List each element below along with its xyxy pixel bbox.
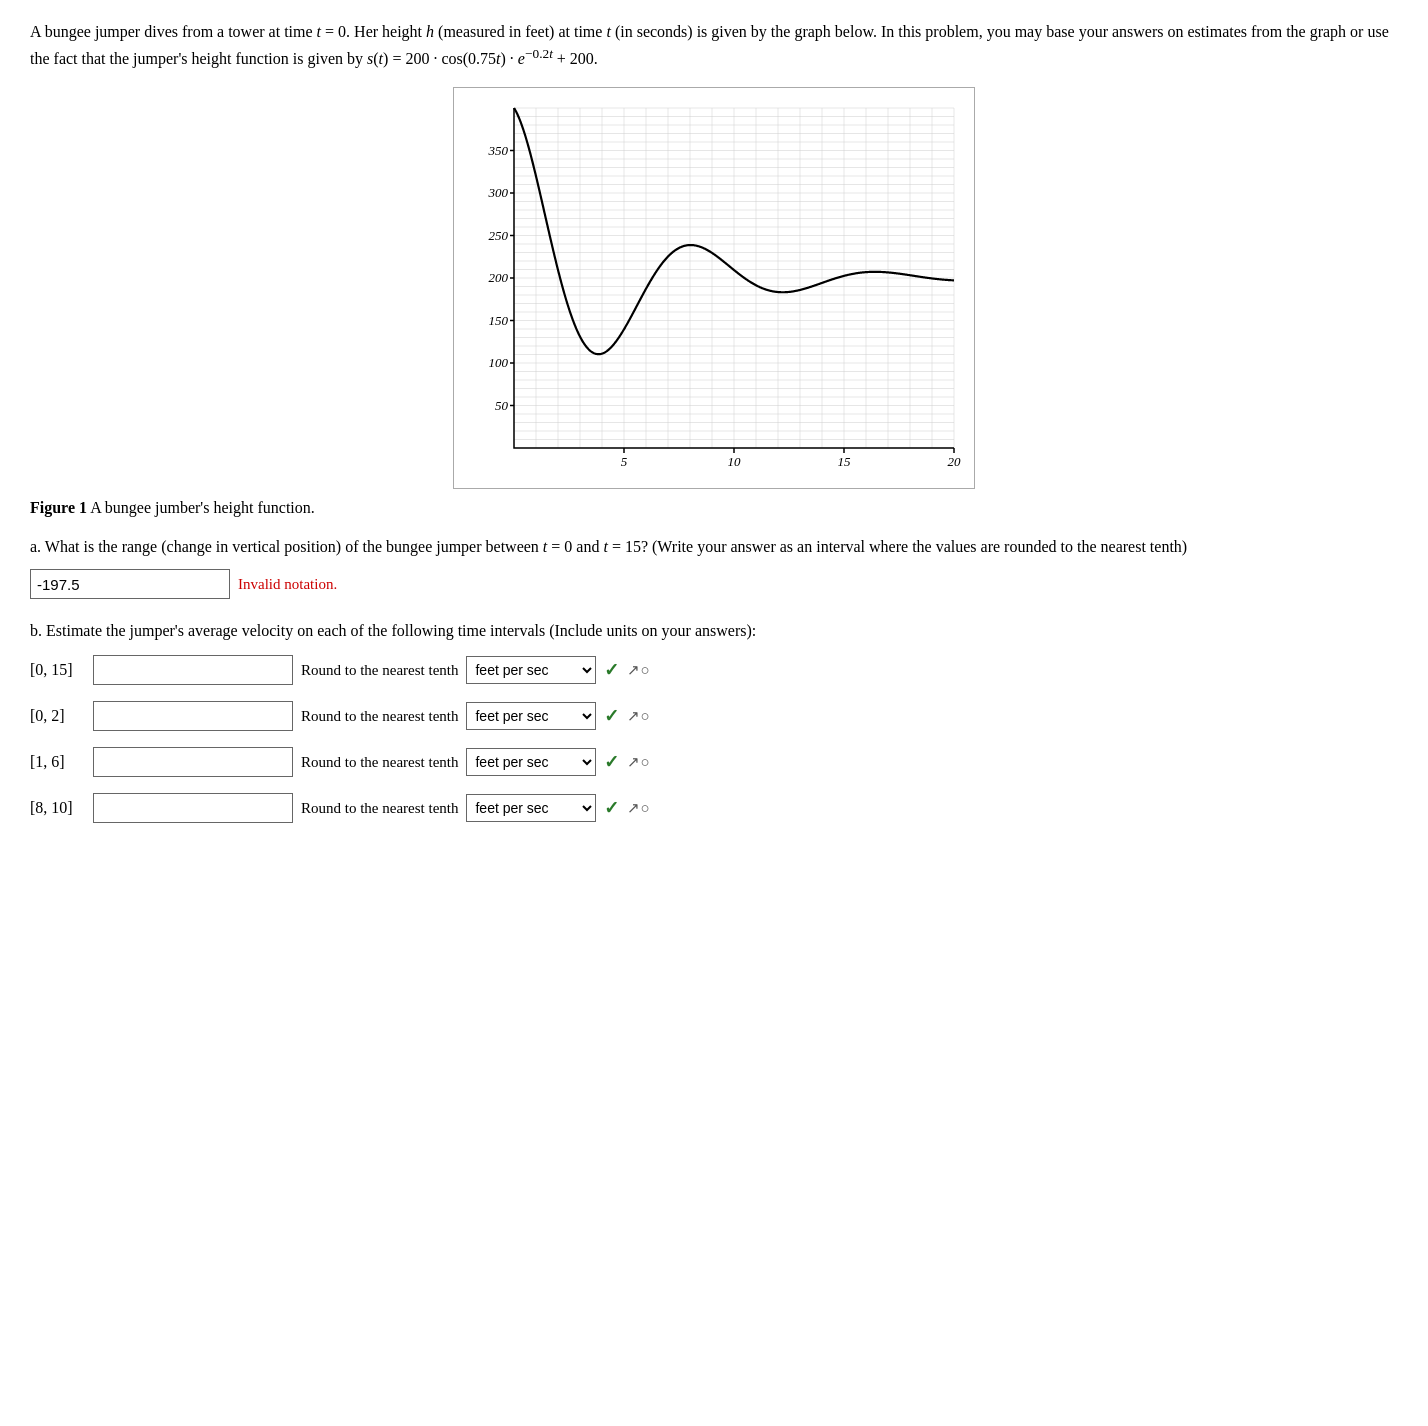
figure-caption-text: A bungee jumber's height function. — [87, 499, 315, 516]
round-label-0-15: Round to the nearest tenth — [301, 662, 458, 679]
units-select-1-6[interactable]: feet per sec feet seconds feet per sec² — [466, 748, 596, 776]
redo-icon-0-15[interactable]: ↗○ — [627, 661, 649, 679]
check-icon-0-2: ✓ — [604, 705, 619, 727]
part-a-input[interactable] — [30, 569, 230, 599]
check-icon-1-6: ✓ — [604, 751, 619, 773]
bungee-graph — [453, 87, 975, 489]
units-select-8-10[interactable]: feet per sec feet seconds feet per sec² — [466, 794, 596, 822]
part-a-answer-row: Invalid notation. — [30, 569, 1398, 599]
input-1-6[interactable] — [93, 747, 293, 777]
invalid-notation-message: Invalid notation. — [238, 576, 337, 593]
redo-icon-1-6[interactable]: ↗○ — [627, 753, 649, 771]
round-label-8-10: Round to the nearest tenth — [301, 800, 458, 817]
input-0-2[interactable] — [93, 701, 293, 731]
round-label-1-6: Round to the nearest tenth — [301, 754, 458, 771]
row-1-6: [1, 6] Round to the nearest tenth feet p… — [30, 747, 1398, 777]
units-select-0-15[interactable]: feet per sec feet seconds feet per sec² — [466, 656, 596, 684]
problem-intro: A bungee jumper dives from a tower at ti… — [30, 20, 1398, 71]
row-8-10: [8, 10] Round to the nearest tenth feet … — [30, 793, 1398, 823]
part-b-intro: b. Estimate the jumper's average velocit… — [30, 619, 1398, 643]
interval-0-15: [0, 15] — [30, 661, 85, 679]
interval-0-2: [0, 2] — [30, 707, 85, 725]
row-0-15: [0, 15] Round to the nearest tenth feet … — [30, 655, 1398, 685]
interval-8-10: [8, 10] — [30, 799, 85, 817]
part-a-question: a. What is the range (change in vertical… — [30, 535, 1398, 559]
input-0-15[interactable] — [93, 655, 293, 685]
graph-container — [30, 87, 1398, 489]
redo-icon-8-10[interactable]: ↗○ — [627, 799, 649, 817]
input-8-10[interactable] — [93, 793, 293, 823]
figure-label: Figure 1 — [30, 499, 87, 516]
part-b-block: b. Estimate the jumper's average velocit… — [30, 619, 1398, 823]
interval-1-6: [1, 6] — [30, 753, 85, 771]
round-label-0-2: Round to the nearest tenth — [301, 708, 458, 725]
redo-icon-0-2[interactable]: ↗○ — [627, 707, 649, 725]
figure-caption: Figure 1 A bungee jumber's height functi… — [30, 499, 1398, 517]
row-0-2: [0, 2] Round to the nearest tenth feet p… — [30, 701, 1398, 731]
check-icon-8-10: ✓ — [604, 797, 619, 819]
units-select-0-2[interactable]: feet per sec feet seconds feet per sec² — [466, 702, 596, 730]
check-icon-0-15: ✓ — [604, 659, 619, 681]
part-a-block: a. What is the range (change in vertical… — [30, 535, 1398, 599]
